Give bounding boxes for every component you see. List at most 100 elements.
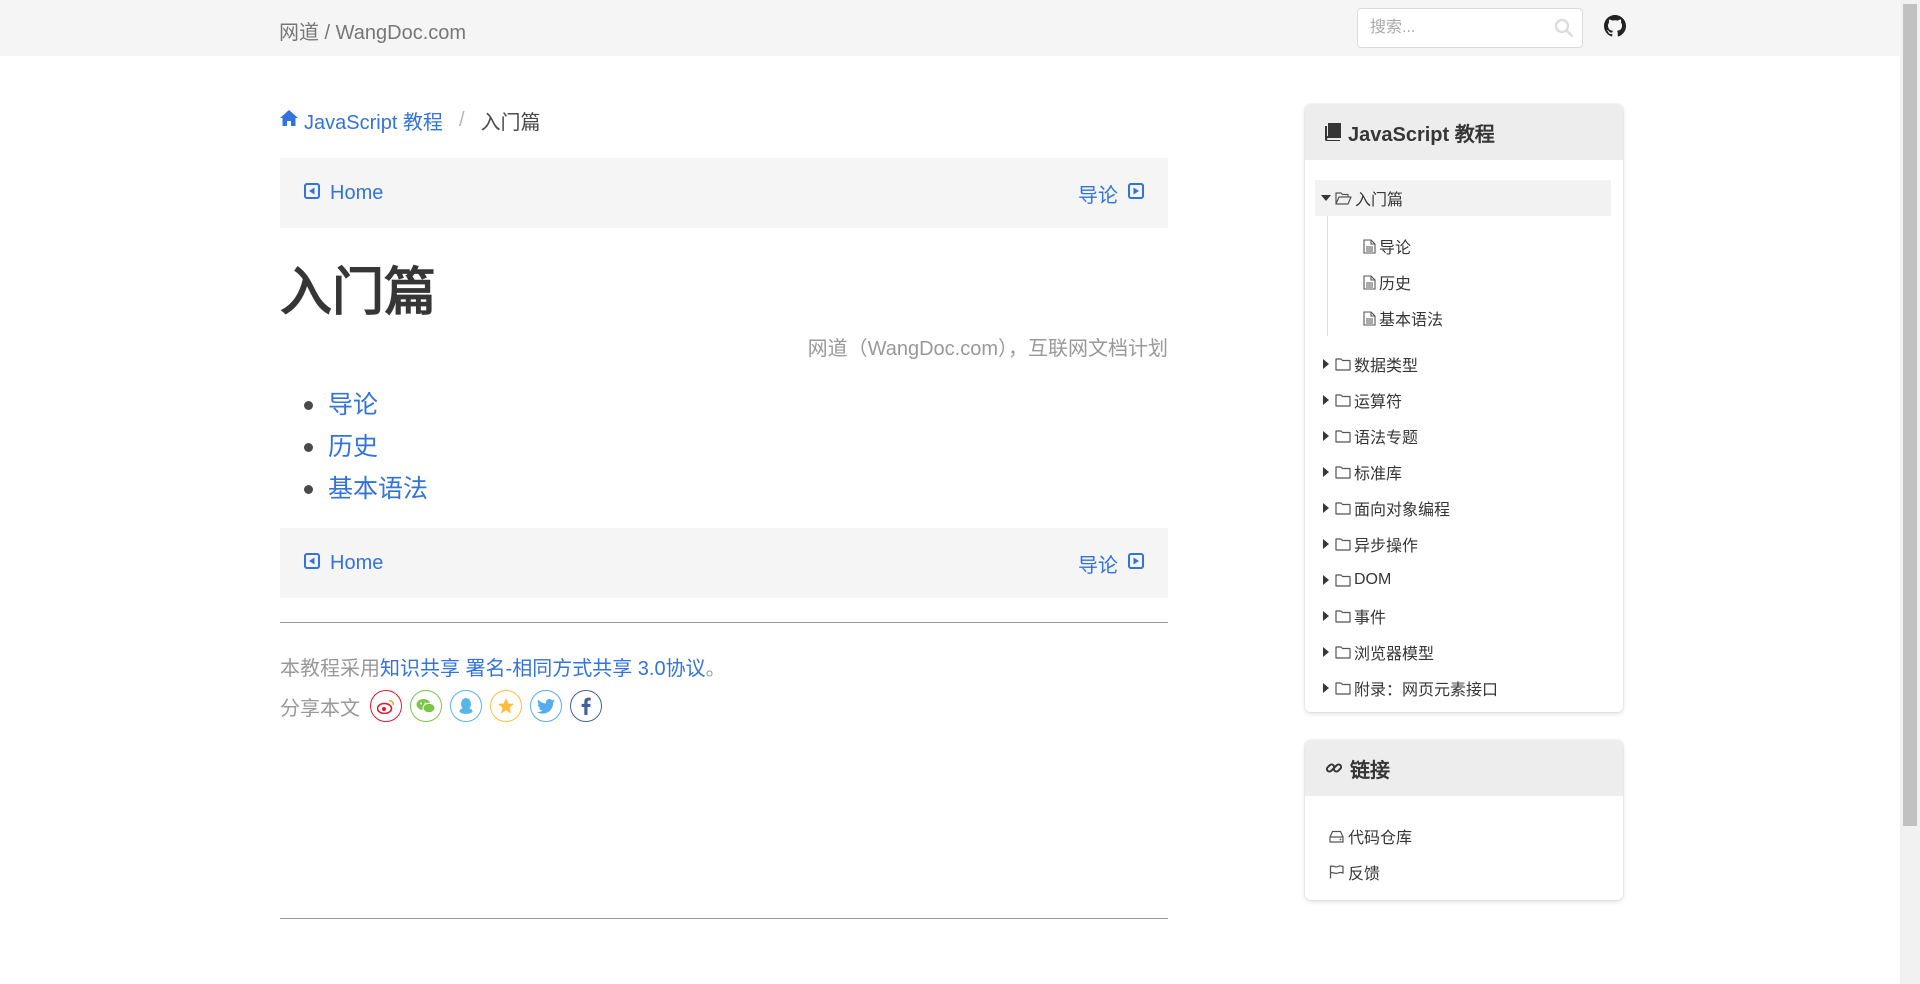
flag-icon [1329, 865, 1344, 879]
toc-children: 导论 历史 基本语法 [1327, 216, 1611, 336]
caret-down-icon[interactable] [1319, 195, 1333, 201]
article-link-history[interactable]: 历史 [328, 433, 378, 461]
toc-child-item[interactable]: 导论 [1363, 228, 1611, 264]
caret-right-icon[interactable] [1319, 539, 1333, 549]
list-item: 基本语法 [280, 468, 428, 510]
file-icon [1363, 274, 1376, 290]
qq-share-icon[interactable] [450, 690, 482, 722]
site-brand-link[interactable]: 网道 / WangDoc.com [279, 16, 466, 45]
search-icon[interactable] [1554, 18, 1574, 43]
toc-child-label: 导论 [1379, 240, 1412, 257]
breadcrumb-root-label: JavaScript 教程 [304, 112, 443, 134]
search-input[interactable] [1358, 9, 1538, 47]
prev-page-label: Home [330, 181, 384, 204]
toc-card: JavaScript 教程 入门篇 导论 历史 基本语法 数据类型 运算符 语法专题… [1305, 104, 1623, 712]
hdd-icon [1329, 830, 1344, 843]
book-icon [1325, 123, 1341, 141]
share-label: 分享本文 [280, 697, 360, 720]
prev-page-link[interactable]: Home [304, 182, 383, 205]
caret-right-icon[interactable] [1319, 395, 1333, 405]
toc-section-item[interactable]: 浏览器模型 [1315, 634, 1611, 670]
page-scrollbar[interactable] [1900, 0, 1920, 984]
caret-square-right-icon [1128, 552, 1144, 575]
next-page-link-bottom[interactable]: 导论 [1078, 549, 1144, 578]
prev-page-link-bottom[interactable]: Home [304, 552, 383, 575]
link-icon [1325, 759, 1343, 777]
toc-section-item[interactable]: 附录：网页元素接口 [1315, 670, 1611, 706]
toc-section-label: 面向对象编程 [1354, 502, 1451, 519]
breadcrumb-root-link[interactable]: JavaScript 教程 [280, 106, 443, 135]
folder-icon [1335, 537, 1351, 551]
folder-icon [1335, 357, 1351, 371]
github-icon[interactable] [1604, 15, 1626, 42]
article-link-intro[interactable]: 导论 [328, 391, 378, 419]
qzone-share-icon[interactable] [490, 690, 522, 722]
folder-open-icon [1335, 191, 1352, 205]
toc-section-item[interactable]: 语法专题 [1315, 418, 1611, 454]
caret-right-icon[interactable] [1319, 611, 1333, 621]
toc-section-label: 标准库 [1354, 466, 1403, 483]
facebook-share-icon[interactable] [570, 690, 602, 722]
toc-child-item[interactable]: 历史 [1363, 264, 1611, 300]
toc-section-label: 附录：网页元素接口 [1354, 682, 1499, 699]
twitter-share-icon[interactable] [530, 690, 562, 722]
toc-section-item[interactable]: 面向对象编程 [1315, 490, 1611, 526]
toc-section-label: 语法专题 [1354, 430, 1419, 447]
folder-icon [1335, 429, 1351, 443]
license-prefix: 本教程采用 [280, 658, 380, 680]
caret-right-icon[interactable] [1319, 575, 1333, 585]
next-page-label: 导论 [1078, 554, 1118, 577]
repo-link[interactable]: 代码仓库 [1329, 818, 1611, 854]
toc-section-label: 入门篇 [1355, 192, 1404, 209]
next-page-link[interactable]: 导论 [1078, 179, 1144, 208]
scrollbar-thumb[interactable] [1903, 4, 1917, 826]
toc-child-label: 历史 [1379, 276, 1412, 293]
toc-section-item[interactable]: 数据类型 [1315, 346, 1611, 382]
folder-icon [1335, 681, 1351, 695]
breadcrumb-separator: / [458, 109, 465, 131]
toc-section-label: DOM [1354, 571, 1392, 588]
links-card: 链接 代码仓库 反馈 [1305, 740, 1623, 900]
folder-icon [1335, 465, 1351, 479]
license-text: 本教程采用知识共享 署名-相同方式共享 3.0协议。 [280, 652, 726, 681]
top-navbar: 网道 / WangDoc.com [0, 0, 1900, 56]
links-card-header: 链接 [1305, 740, 1623, 796]
caret-square-left-icon [304, 552, 320, 575]
caret-right-icon[interactable] [1319, 431, 1333, 441]
toc-child-item[interactable]: 基本语法 [1363, 300, 1611, 336]
page-title: 入门篇 [280, 264, 437, 322]
folder-icon [1335, 501, 1351, 515]
divider [280, 622, 1168, 623]
feedback-link-label: 反馈 [1348, 866, 1381, 883]
caret-right-icon[interactable] [1319, 683, 1333, 693]
toc-section-item[interactable]: 标准库 [1315, 454, 1611, 490]
caret-right-icon[interactable] [1319, 503, 1333, 513]
wechat-share-icon[interactable] [410, 690, 442, 722]
breadcrumb: JavaScript 教程 / 入门篇 [280, 106, 541, 135]
toc-section-item[interactable]: 异步操作 [1315, 526, 1611, 562]
feedback-link[interactable]: 反馈 [1329, 854, 1611, 890]
toc-section-item[interactable]: 运算符 [1315, 382, 1611, 418]
toc-section-active[interactable]: 入门篇 [1315, 180, 1611, 216]
list-item: 导论 [280, 384, 428, 426]
article-list: 导论 历史 基本语法 [280, 384, 428, 510]
divider [280, 918, 1168, 919]
toc-section-label: 数据类型 [1354, 358, 1419, 375]
toc-section-label: 事件 [1354, 610, 1387, 627]
caret-right-icon[interactable] [1319, 467, 1333, 477]
toc-section-list: 数据类型运算符语法专题标准库面向对象编程异步操作 DOM 事件浏览器模型附录：网页元… [1315, 346, 1611, 706]
caret-square-left-icon [304, 182, 320, 205]
license-suffix: 。 [705, 658, 726, 680]
toc-section-item[interactable]: 事件 [1315, 598, 1611, 634]
caret-right-icon[interactable] [1319, 359, 1333, 369]
links-list: 代码仓库 反馈 [1305, 796, 1623, 900]
next-page-label: 导论 [1078, 184, 1118, 207]
caret-right-icon[interactable] [1319, 647, 1333, 657]
article-link-grammar[interactable]: 基本语法 [328, 475, 428, 503]
toc-child-label: 基本语法 [1379, 312, 1444, 329]
list-item: 历史 [280, 426, 428, 468]
toc-section-item[interactable]: DOM [1315, 562, 1611, 598]
caret-square-right-icon [1128, 182, 1144, 205]
weibo-share-icon[interactable] [370, 690, 402, 722]
license-link[interactable]: 知识共享 署名-相同方式共享 3.0协议 [380, 658, 706, 680]
